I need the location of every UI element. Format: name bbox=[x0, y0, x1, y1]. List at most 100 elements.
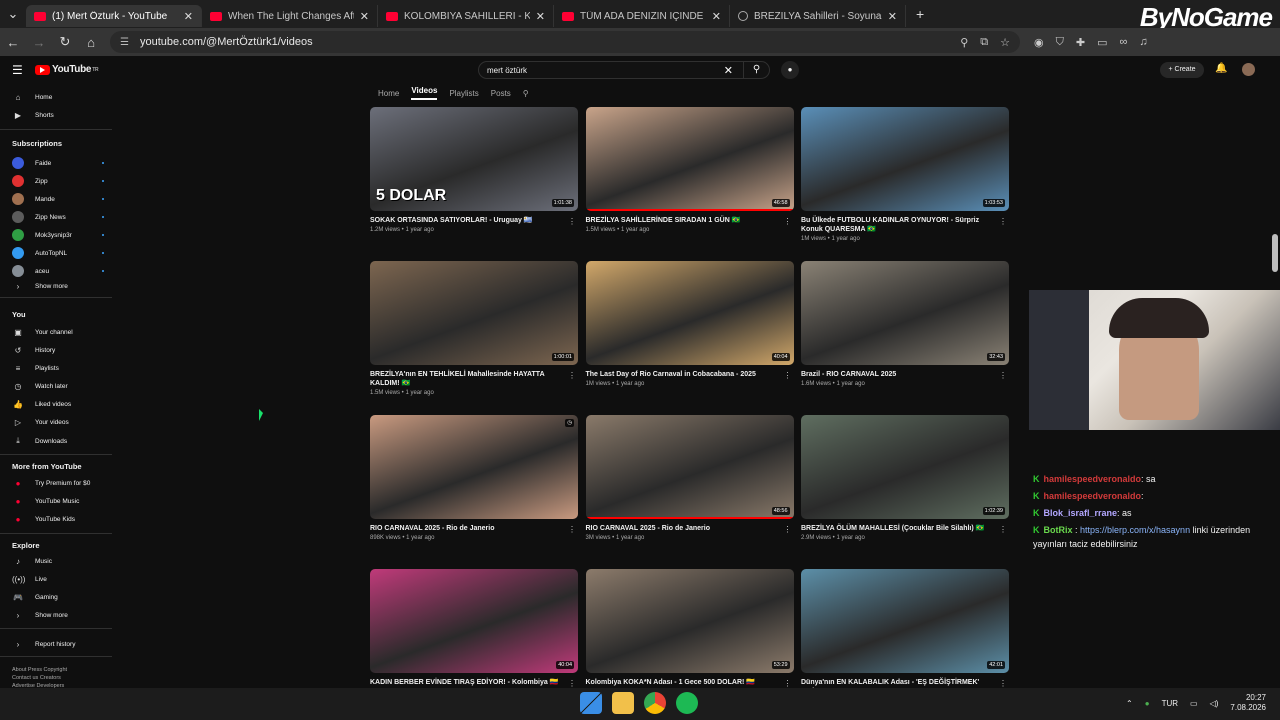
video-title[interactable]: Bu Ülkede FUTBOLU KADINLAR OYNUYOR! - Sü… bbox=[801, 216, 993, 234]
sidebar-section-title[interactable]: Subscriptions bbox=[12, 139, 62, 148]
browser-tab[interactable]: TÜM ADA DENİZİN İÇİNDE PAR ✕ bbox=[554, 5, 730, 27]
video-thumbnail[interactable]: 40:04 bbox=[370, 569, 578, 673]
language-indicator[interactable]: TUR bbox=[1162, 699, 1178, 708]
volume-icon[interactable]: ◁) bbox=[1210, 699, 1219, 708]
video-thumbnail[interactable]: 48:56 bbox=[585, 415, 794, 519]
more-actions-icon[interactable]: ⋮ bbox=[568, 371, 576, 380]
close-tab-icon[interactable]: ✕ bbox=[184, 10, 193, 23]
url-field[interactable]: ☰ youtube.com/@MertÖztürk1/videos ⚲ ⧉ ☆ bbox=[110, 31, 1020, 53]
video-thumbnail[interactable]: 1:02:39 bbox=[801, 415, 1009, 519]
more-actions-icon[interactable]: ⋮ bbox=[568, 679, 576, 688]
new-tab-button[interactable]: + bbox=[916, 6, 924, 22]
more-actions-icon[interactable]: ⋮ bbox=[568, 217, 576, 226]
video-card[interactable]: 1:02:39 BREZİLYA ÖLÜM MAHALLESİ (Çocuklar… bbox=[801, 415, 1009, 541]
tab-posts[interactable]: Posts bbox=[491, 89, 511, 98]
hamburger-icon[interactable]: ☰ bbox=[12, 63, 23, 77]
chat-username[interactable]: Blok_israfl_rrane bbox=[1044, 508, 1118, 518]
video-title[interactable]: Kolombiya KOKA*N Adası - 1 Gece 500 DOLA… bbox=[586, 678, 778, 687]
watch-later-icon[interactable]: ◷ bbox=[565, 419, 574, 427]
chrome-icon[interactable] bbox=[644, 692, 666, 714]
more-actions-icon[interactable]: ⋮ bbox=[999, 679, 1007, 688]
extension-icon[interactable]: ◉ bbox=[1034, 36, 1044, 49]
sidebar-item-your-videos[interactable]: ▷ Your videos bbox=[12, 418, 104, 427]
clear-search-icon[interactable]: ✕ bbox=[724, 64, 733, 77]
windows-start-icon[interactable] bbox=[580, 692, 602, 714]
sidebar-item-youtube-music[interactable]: ● YouTube Music bbox=[12, 497, 104, 506]
back-icon[interactable]: ← bbox=[0, 35, 26, 50]
sidebar-item-mande[interactable]: Mande bbox=[12, 193, 104, 205]
video-thumbnail[interactable]: 5 DOLAR 1:01:38 bbox=[370, 107, 578, 211]
shield-icon[interactable]: ⛉ bbox=[1056, 36, 1064, 49]
page-scrollbar[interactable] bbox=[1270, 84, 1280, 684]
sidebar-item-home[interactable]: ⌂ Home bbox=[12, 93, 104, 102]
network-icon[interactable]: ▭ bbox=[1190, 699, 1198, 708]
sidebar-item-downloads[interactable]: ⤓ Downloads bbox=[12, 436, 104, 446]
chat-username[interactable]: BotRix bbox=[1044, 525, 1073, 535]
video-card[interactable]: 5 DOLAR 1:01:38 SOKAK ORTASINDA SATIYORLAR… bbox=[370, 107, 578, 233]
video-thumbnail[interactable]: ◷ bbox=[370, 415, 578, 519]
more-actions-icon[interactable]: ⋮ bbox=[999, 525, 1007, 534]
chat-username[interactable]: hamilespeedveronaldo bbox=[1044, 491, 1142, 501]
video-title[interactable]: RIO CARNAVAL 2025 - Rio de Janerio bbox=[370, 524, 562, 533]
video-thumbnail[interactable]: 40:04 bbox=[585, 261, 794, 365]
sidebar-item-shorts[interactable]: ▶ Shorts bbox=[12, 111, 104, 120]
tab-playlists[interactable]: Playlists bbox=[449, 89, 478, 98]
install-icon[interactable]: ⧉ bbox=[980, 36, 988, 49]
bookmark-icon[interactable]: ☆ bbox=[1000, 36, 1010, 49]
tab-list-icon[interactable]: ⌄ bbox=[0, 6, 26, 22]
account-avatar[interactable] bbox=[1242, 63, 1255, 76]
video-card[interactable]: 40:04 The Last Day of Rio Carnaval in Cob… bbox=[585, 261, 794, 387]
glasses-icon[interactable]: ∞ bbox=[1119, 36, 1127, 49]
more-actions-icon[interactable]: ⋮ bbox=[999, 371, 1007, 380]
spotify-icon[interactable] bbox=[676, 692, 698, 714]
zoom-icon[interactable]: ⚲ bbox=[960, 36, 968, 49]
video-title[interactable]: RIO CARNAVAL 2025 - Rio de Janerio bbox=[586, 524, 778, 533]
video-title[interactable]: KADIN BERBER EVİNDE TIRAŞ EDİYOR! - Kolo… bbox=[370, 678, 562, 687]
sidebar-item-watch-later[interactable]: ◷ Watch later bbox=[12, 382, 104, 391]
video-thumbnail[interactable]: 1:00:01 bbox=[370, 261, 578, 365]
video-thumbnail[interactable]: 53:29 bbox=[585, 569, 794, 673]
sidebar-item-aceu[interactable]: aceu bbox=[12, 265, 104, 277]
video-thumbnail[interactable]: 32:43 bbox=[801, 261, 1009, 365]
chat-username[interactable]: hamilespeedveronaldo bbox=[1044, 474, 1142, 484]
media-icon[interactable]: ♫ bbox=[1139, 36, 1147, 49]
sidebar-item-history[interactable]: ↺ History bbox=[12, 346, 104, 355]
sidebar-item-zipp-news[interactable]: Zipp News bbox=[12, 211, 104, 223]
sidebar-item-report-history[interactable]: › Report history bbox=[12, 640, 104, 649]
more-actions-icon[interactable]: ⋮ bbox=[784, 679, 792, 688]
sidebar-item-mok3ysnip3r[interactable]: Mok3ysnip3r bbox=[12, 229, 104, 241]
more-actions-icon[interactable]: ⋮ bbox=[568, 525, 576, 534]
search-input[interactable]: mert öztürk ✕ ⚲ bbox=[478, 61, 770, 79]
video-card[interactable]: 48:56 RIO CARNAVAL 2025 - Rio de Janerio 3… bbox=[585, 415, 794, 541]
more-actions-icon[interactable]: ⋮ bbox=[784, 371, 792, 380]
close-tab-icon[interactable]: ✕ bbox=[360, 10, 369, 23]
puzzle-icon[interactable]: ✚ bbox=[1076, 36, 1085, 49]
video-title[interactable]: The Last Day of Rio Carnaval in Cobacaba… bbox=[586, 370, 778, 379]
video-title[interactable]: BREZİLYA ÖLÜM MAHALLESİ (Çocuklar Bile S… bbox=[801, 524, 993, 533]
close-tab-icon[interactable]: ✕ bbox=[712, 10, 721, 23]
chat-link[interactable]: https://blerp.com/x/hasaynn bbox=[1080, 525, 1190, 535]
video-thumbnail[interactable]: 46:58 bbox=[585, 107, 794, 211]
notifications-icon[interactable]: 🔔 bbox=[1215, 63, 1227, 74]
sidebar-item-playlists[interactable]: ≡ Playlists bbox=[12, 364, 104, 373]
file-explorer-icon[interactable] bbox=[612, 692, 634, 714]
video-title[interactable]: BREZİLYA SAHİLLERİNDE SIRADAN 1 GÜN 🇧🇷 bbox=[586, 216, 778, 225]
video-title[interactable]: BREZİLYA'nın EN TEHLİKELİ Mahallesinde H… bbox=[370, 370, 562, 388]
sidebar-item-gaming[interactable]: 🎮 Gaming bbox=[12, 593, 104, 602]
more-actions-icon[interactable]: ⋮ bbox=[784, 525, 792, 534]
sidebar-section-title[interactable]: You bbox=[12, 310, 26, 319]
video-card[interactable]: ◷ RIO CARNAVAL 2025 - Rio de Janerio 898K … bbox=[370, 415, 578, 541]
youtube-logo[interactable]: YouTube TR bbox=[35, 64, 99, 75]
tab-home[interactable]: Home bbox=[378, 89, 399, 98]
more-actions-icon[interactable]: ⋮ bbox=[999, 217, 1007, 226]
tray-chevron-icon[interactable]: ⌃ bbox=[1126, 699, 1133, 708]
video-thumbnail[interactable]: 42:01 bbox=[801, 569, 1009, 673]
video-title[interactable]: Brazil - RIO CARNAVAL 2025 bbox=[801, 370, 993, 379]
browser-tab[interactable]: KOLOMBİYA SAHİLLERİ - Korsan ✕ bbox=[378, 5, 554, 27]
sidebar-item-youtube-kids[interactable]: ● YouTube Kids bbox=[12, 515, 104, 524]
video-thumbnail[interactable]: 1:03:53 bbox=[801, 107, 1009, 211]
reload-icon[interactable]: ↻ bbox=[52, 34, 78, 50]
video-card[interactable]: 1:03:53 Bu Ülkede FUTBOLU KADINLAR OYNUYO… bbox=[801, 107, 1009, 242]
video-card[interactable]: 42:01 Dünya'nın EN KALABALIK Adası - 'EŞ … bbox=[801, 569, 1009, 696]
clock[interactable]: 20:27 7.08.2026 bbox=[1230, 693, 1266, 713]
